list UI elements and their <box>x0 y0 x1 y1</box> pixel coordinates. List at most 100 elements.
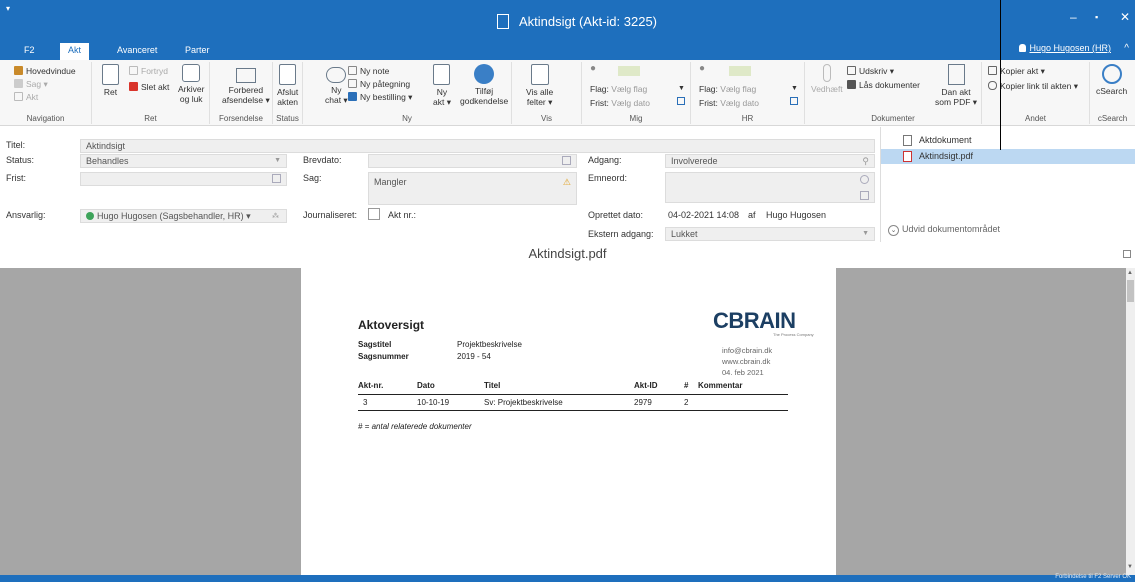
open-icon[interactable] <box>860 191 869 200</box>
tab-parter[interactable]: Parter <box>177 43 218 60</box>
ribbon-tab-bar: F2 Akt Avanceret Parter Hugo Hugosen (HR… <box>0 40 1135 60</box>
titel-field[interactable]: Aktindsigt <box>80 139 875 153</box>
adgang-field[interactable]: Involverede ⚲ <box>665 154 875 168</box>
group-label: Navigation <box>26 114 65 123</box>
slet-akt-button[interactable]: Slet akt <box>129 82 169 92</box>
tab-avanceret[interactable]: Avanceret <box>109 43 165 60</box>
hr-calendar-icon[interactable] <box>790 97 798 105</box>
group-vis: Vis alle felter ▾ Vis <box>512 62 582 124</box>
document-item[interactable]: Aktdokument <box>881 133 1135 148</box>
system-menu-icon[interactable]: ▾ <box>6 4 10 13</box>
brevdato-field[interactable] <box>368 154 577 168</box>
fortryd-button[interactable]: Fortryd <box>129 66 168 76</box>
home-icon <box>14 66 23 75</box>
mig-calendar-icon[interactable] <box>677 97 685 105</box>
ny-paategning-button[interactable]: Ny påtegning <box>348 79 410 89</box>
hr-frist-field[interactable]: Frist: Vælg dato <box>699 98 759 108</box>
ekstern-adgang-select[interactable]: Lukket ▼ <box>665 227 875 241</box>
group-label: Mig <box>629 114 643 123</box>
people-icon[interactable]: ⁂ <box>272 211 281 220</box>
key-icon[interactable]: ⚲ <box>862 155 869 167</box>
scroll-up-icon[interactable]: ▲ <box>1127 270 1133 276</box>
group-label: Vis <box>541 114 552 123</box>
vedhaeft-button[interactable]: Vedhæft <box>811 64 843 94</box>
hr-flag-field[interactable]: Flag: Vælg flag <box>699 84 756 94</box>
csearch-button[interactable]: cSearch <box>1096 64 1127 96</box>
scrollbar-thumb[interactable] <box>1127 280 1134 302</box>
user-icon <box>1019 44 1027 52</box>
group-label: cSearch <box>1097 114 1128 123</box>
minimize-button[interactable]: – <box>1070 10 1077 24</box>
user-menu[interactable]: Hugo Hugosen (HR) <box>1019 43 1111 53</box>
mig-frist-field[interactable]: Frist: Vælg dato <box>590 98 650 108</box>
status-select[interactable]: Behandles ▼ <box>80 154 287 168</box>
hr-flag-dropdown-icon[interactable]: ▼ <box>791 84 798 94</box>
note-icon <box>348 66 357 75</box>
contact-web: www.cbrain.dk <box>722 357 771 366</box>
kopier-akt-button[interactable]: Kopier akt ▾ <box>988 66 1045 76</box>
scroll-down-icon[interactable]: ▼ <box>1127 564 1133 570</box>
ny-chat-button[interactable]: Ny chat ▾ <box>325 64 348 105</box>
ny-akt-button[interactable]: Ny akt ▾ <box>433 64 451 107</box>
warning-icon: ⚠ <box>562 177 571 187</box>
maximize-button[interactable]: ▪ <box>1095 12 1098 22</box>
brevdato-label: Brevdato: <box>303 155 342 165</box>
document-icon <box>497 14 509 29</box>
popout-icon[interactable] <box>1123 250 1131 258</box>
ret-button[interactable]: Ret <box>102 64 119 97</box>
contact-email: info@cbrain.dk <box>722 346 773 355</box>
table-cell: 2979 <box>634 398 652 407</box>
group-label: Dokumenter <box>871 114 915 123</box>
laas-dokumenter-button[interactable]: Lås dokumenter <box>847 80 920 90</box>
table-cell: Sv: Projektbeskrivelse <box>484 398 563 407</box>
sagsnummer-value: 2019 - 54 <box>457 352 491 361</box>
table-header: Akt-ID <box>634 381 658 390</box>
pdf-viewer[interactable]: Aktoversigt Sagstitel Projektbeskrivelse… <box>0 268 1135 575</box>
group-label: Ny <box>402 114 412 123</box>
ny-note-button[interactable]: Ny note <box>348 66 389 76</box>
archive-icon <box>182 64 201 82</box>
status-label: Status: <box>6 155 35 165</box>
journaliseret-checkbox[interactable] <box>368 208 380 220</box>
refresh-icon[interactable] <box>860 175 869 184</box>
kopier-link-button[interactable]: Kopier link til akten ▾ <box>988 81 1078 91</box>
sag-field[interactable]: Mangler ⚠ <box>368 172 577 205</box>
tab-akt[interactable]: Akt <box>60 43 90 60</box>
pdf-icon <box>903 151 912 162</box>
forbered-afsendelse-button[interactable]: Forbered afsendelse ▾ <box>222 64 270 105</box>
table-cell: 3 <box>363 398 368 407</box>
document-date: 04. feb 2021 <box>722 368 764 377</box>
ansvarlig-select[interactable]: Hugo Hugosen (Sagsbehandler, HR) ▾ ⁂ <box>80 209 287 223</box>
arkiver-button[interactable]: Arkiver og luk <box>178 64 204 104</box>
mig-flag-dropdown-icon[interactable]: ▼ <box>678 84 685 94</box>
chevron-down-icon: ▼ <box>274 157 281 164</box>
frist-field[interactable] <box>80 172 287 186</box>
dan-akt-som-pdf-button[interactable]: Dan akt som PDF ▾ <box>935 64 977 107</box>
tilfoej-godkendelse-button[interactable]: Tilføj godkendelse <box>460 64 508 106</box>
group-ny: Ny chat ▾ Ny note Ny påtegning Ny bestill… <box>303 62 512 124</box>
hovedvindue-button[interactable]: Hovedvindue <box>14 66 76 76</box>
table-header: Kommentar <box>698 381 743 390</box>
envelope-icon <box>235 68 256 83</box>
new-record-icon <box>433 64 451 85</box>
calendar-icon[interactable] <box>562 156 571 165</box>
sag-button[interactable]: Sag ▾ <box>14 79 48 89</box>
paperclip-icon <box>822 64 831 82</box>
afslut-akten-button[interactable]: Afslut akten <box>277 64 298 107</box>
document-item-selected[interactable]: Aktindsigt.pdf <box>881 149 1135 164</box>
fields-icon <box>530 64 549 85</box>
group-dokumenter: Vedhæft Udskriv ▾ Lås dokumenter Dan akt… <box>805 62 982 124</box>
close-button[interactable]: ✕ <box>1120 10 1130 24</box>
akt-button[interactable]: Akt <box>14 92 38 102</box>
tab-f2[interactable]: F2 <box>16 43 43 60</box>
collapse-ribbon-icon[interactable]: ^ <box>1124 43 1129 54</box>
table-divider <box>358 410 788 411</box>
udskriv-button[interactable]: Udskriv ▾ <box>847 66 894 76</box>
emneord-field[interactable] <box>665 172 875 203</box>
ny-bestilling-button[interactable]: Ny bestilling ▾ <box>348 92 412 102</box>
vertical-scrollbar[interactable]: ▲ ▼ <box>1126 268 1135 575</box>
vis-alle-felter-button[interactable]: Vis alle felter ▾ <box>526 64 553 107</box>
calendar-icon[interactable] <box>272 174 281 183</box>
expand-document-area-link[interactable]: ⌄ Udvid dokumentområdet <box>888 224 1000 236</box>
mig-flag-field[interactable]: Flag: Vælg flag <box>590 84 647 94</box>
